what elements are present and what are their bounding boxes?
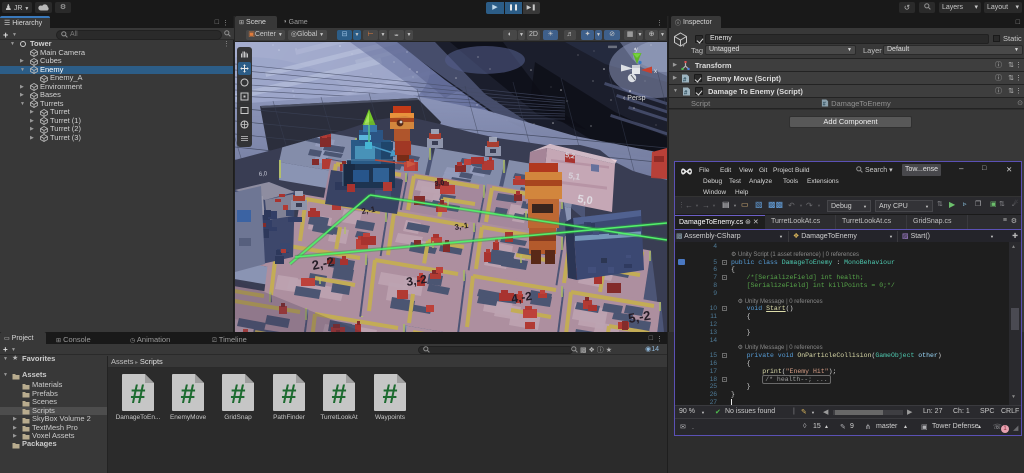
svg-text:#: #: [180, 379, 195, 409]
svg-text:3,0: 3,0: [434, 180, 445, 188]
svg-text:#: #: [281, 379, 296, 409]
svg-text:#: #: [130, 379, 145, 409]
svg-text:x: x: [654, 69, 657, 75]
svg-text:y: y: [635, 47, 638, 53]
svg-text:‹ Persp: ‹ Persp: [623, 95, 646, 102]
svg-text:#: #: [331, 379, 346, 409]
svg-text:#: #: [230, 379, 245, 409]
svg-text:#: #: [823, 102, 826, 107]
svg-text:#: #: [382, 379, 397, 409]
